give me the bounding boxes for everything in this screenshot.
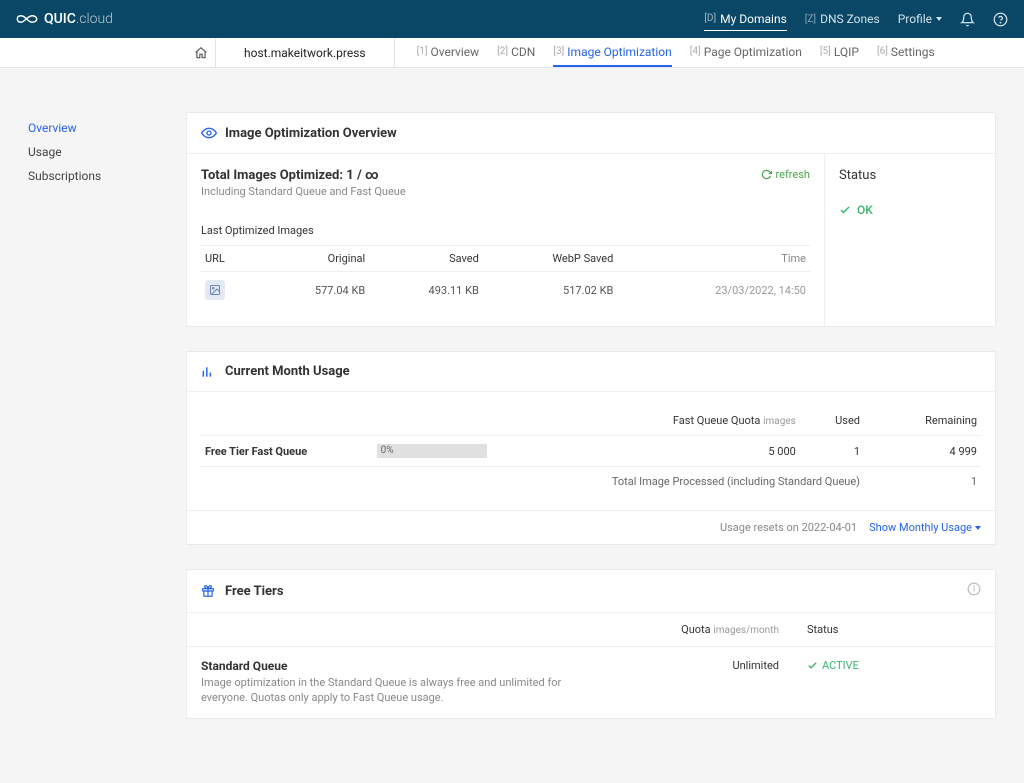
progress-bar: 0% (377, 444, 487, 458)
usage-card-header: Current Month Usage (187, 352, 995, 392)
refresh-button[interactable]: refresh (761, 168, 810, 181)
tier-name: Standard Queue (201, 659, 617, 673)
overview-card: Image Optimization Overview Total Images… (186, 112, 996, 327)
tab-settings[interactable]: [6]Settings (877, 38, 935, 67)
tab-overview[interactable]: [1]Overview (417, 38, 480, 67)
cell-webp: 517.02 KB (483, 272, 618, 309)
total-row: Total Image Processed (including Standar… (201, 467, 981, 497)
total-label: Total Image Processed (including Standar… (201, 467, 864, 497)
status-label: Status (839, 168, 981, 183)
tiers-table: Quota images/month Status Standard Queue… (187, 613, 995, 718)
bell-icon[interactable] (960, 12, 975, 27)
chevron-down-icon (936, 17, 942, 21)
cell-time: 23/03/2022, 14:50 (617, 272, 810, 309)
overview-card-header: Image Optimization Overview (187, 113, 995, 154)
sidebar: Overview Usage Subscriptions (0, 92, 186, 743)
col-time: Time (617, 246, 810, 272)
tab-image-optimization[interactable]: [3]Image Optimization (553, 38, 671, 67)
info-icon[interactable] (967, 582, 981, 600)
brand-name: QUIC (44, 11, 76, 27)
bar-chart-icon (201, 365, 217, 379)
help-icon[interactable] (993, 12, 1008, 27)
table-row: Free Tier Fast Queue 0% 5 000 1 4 999 (201, 436, 981, 467)
optimized-images-table: URL Original Saved WebP Saved Time (201, 245, 810, 308)
brand-suffix: .cloud (76, 11, 113, 27)
check-icon (807, 660, 818, 671)
check-icon (839, 204, 851, 216)
show-monthly-usage-link[interactable]: Show Monthly Usage (869, 521, 981, 534)
eye-icon (201, 125, 217, 141)
tab-page-optimization[interactable]: [4]Page Optimization (690, 38, 802, 67)
col-status: Status (793, 613, 995, 647)
cell-used: 1 (800, 436, 864, 467)
col-saved: Saved (369, 246, 483, 272)
cell-saved: 493.11 KB (369, 272, 483, 309)
image-thumb-icon[interactable] (205, 280, 225, 300)
status-value: OK (839, 203, 981, 217)
col-quota: Quota images/month (631, 613, 793, 647)
tier-desc: Image optimization in the Standard Queue… (201, 675, 601, 706)
col-webp: WebP Saved (483, 246, 618, 272)
last-optimized-label: Last Optimized Images (201, 224, 810, 237)
top-bar: QUIC.cloud [D] My Domains [Z] DNS Zones … (0, 0, 1024, 38)
top-nav: [D] My Domains [Z] DNS Zones Profile (704, 8, 1008, 31)
table-row: Standard Queue Image optimization in the… (187, 647, 995, 718)
tab-bar: host.makeitwork.press [1]Overview [2]CDN… (0, 38, 1024, 68)
cell-quota: 5 000 (544, 436, 800, 467)
nav-dns-zones[interactable]: [Z] DNS Zones (805, 8, 880, 30)
total-value: 1 (864, 467, 981, 497)
chevron-down-icon (975, 526, 981, 530)
col-original: Original (256, 246, 370, 272)
sidebar-item-subscriptions[interactable]: Subscriptions (28, 164, 186, 188)
cell-original: 577.04 KB (256, 272, 370, 309)
col-url: URL (201, 246, 256, 272)
cell-tier-name: Free Tier Fast Queue (201, 436, 373, 467)
infinity-icon (16, 10, 38, 28)
col-used: Used (800, 406, 864, 436)
nav-my-domains[interactable]: [D] My Domains (704, 8, 787, 31)
free-tiers-card: Free Tiers Quota images/month Status (186, 569, 996, 719)
usage-card-title: Current Month Usage (225, 364, 350, 379)
domain-tabs: [1]Overview [2]CDN [3]Image Optimization… (395, 38, 935, 67)
usage-card: Current Month Usage Fast Queue Quota ima… (186, 351, 996, 545)
refresh-icon (761, 169, 772, 180)
tier-quota: Unlimited (631, 647, 793, 718)
free-tiers-card-header: Free Tiers (187, 570, 995, 613)
tab-lqip[interactable]: [5]LQIP (820, 38, 859, 67)
content-area: Image Optimization Overview Total Images… (186, 92, 1024, 743)
total-optimized-title: Total Images Optimized: 1 / ∞ (201, 168, 406, 183)
table-row: 577.04 KB 493.11 KB 517.02 KB 23/03/2022… (201, 272, 810, 309)
total-optimized-subtitle: Including Standard Queue and Fast Queue (201, 185, 406, 198)
tab-cdn[interactable]: [2]CDN (497, 38, 535, 67)
usage-footer: Usage resets on 2022-04-01 Show Monthly … (187, 510, 995, 544)
usage-table: Fast Queue Quota images Used Remaining F… (201, 406, 981, 496)
col-quota: Fast Queue Quota images (544, 406, 800, 436)
cell-remaining: 4 999 (864, 436, 981, 467)
nav-profile[interactable]: Profile (898, 8, 942, 30)
tier-status: ACTIVE (807, 659, 859, 672)
brand-logo[interactable]: QUIC.cloud (16, 10, 113, 28)
sidebar-item-usage[interactable]: Usage (28, 140, 186, 164)
col-remaining: Remaining (864, 406, 981, 436)
usage-reset-info: Usage resets on 2022-04-01 (720, 521, 857, 534)
sidebar-item-overview[interactable]: Overview (28, 116, 186, 140)
gift-icon (201, 584, 217, 598)
home-icon[interactable] (186, 38, 216, 67)
overview-card-title: Image Optimization Overview (225, 126, 397, 141)
free-tiers-title: Free Tiers (225, 584, 284, 599)
domain-crumb[interactable]: host.makeitwork.press (216, 38, 395, 67)
